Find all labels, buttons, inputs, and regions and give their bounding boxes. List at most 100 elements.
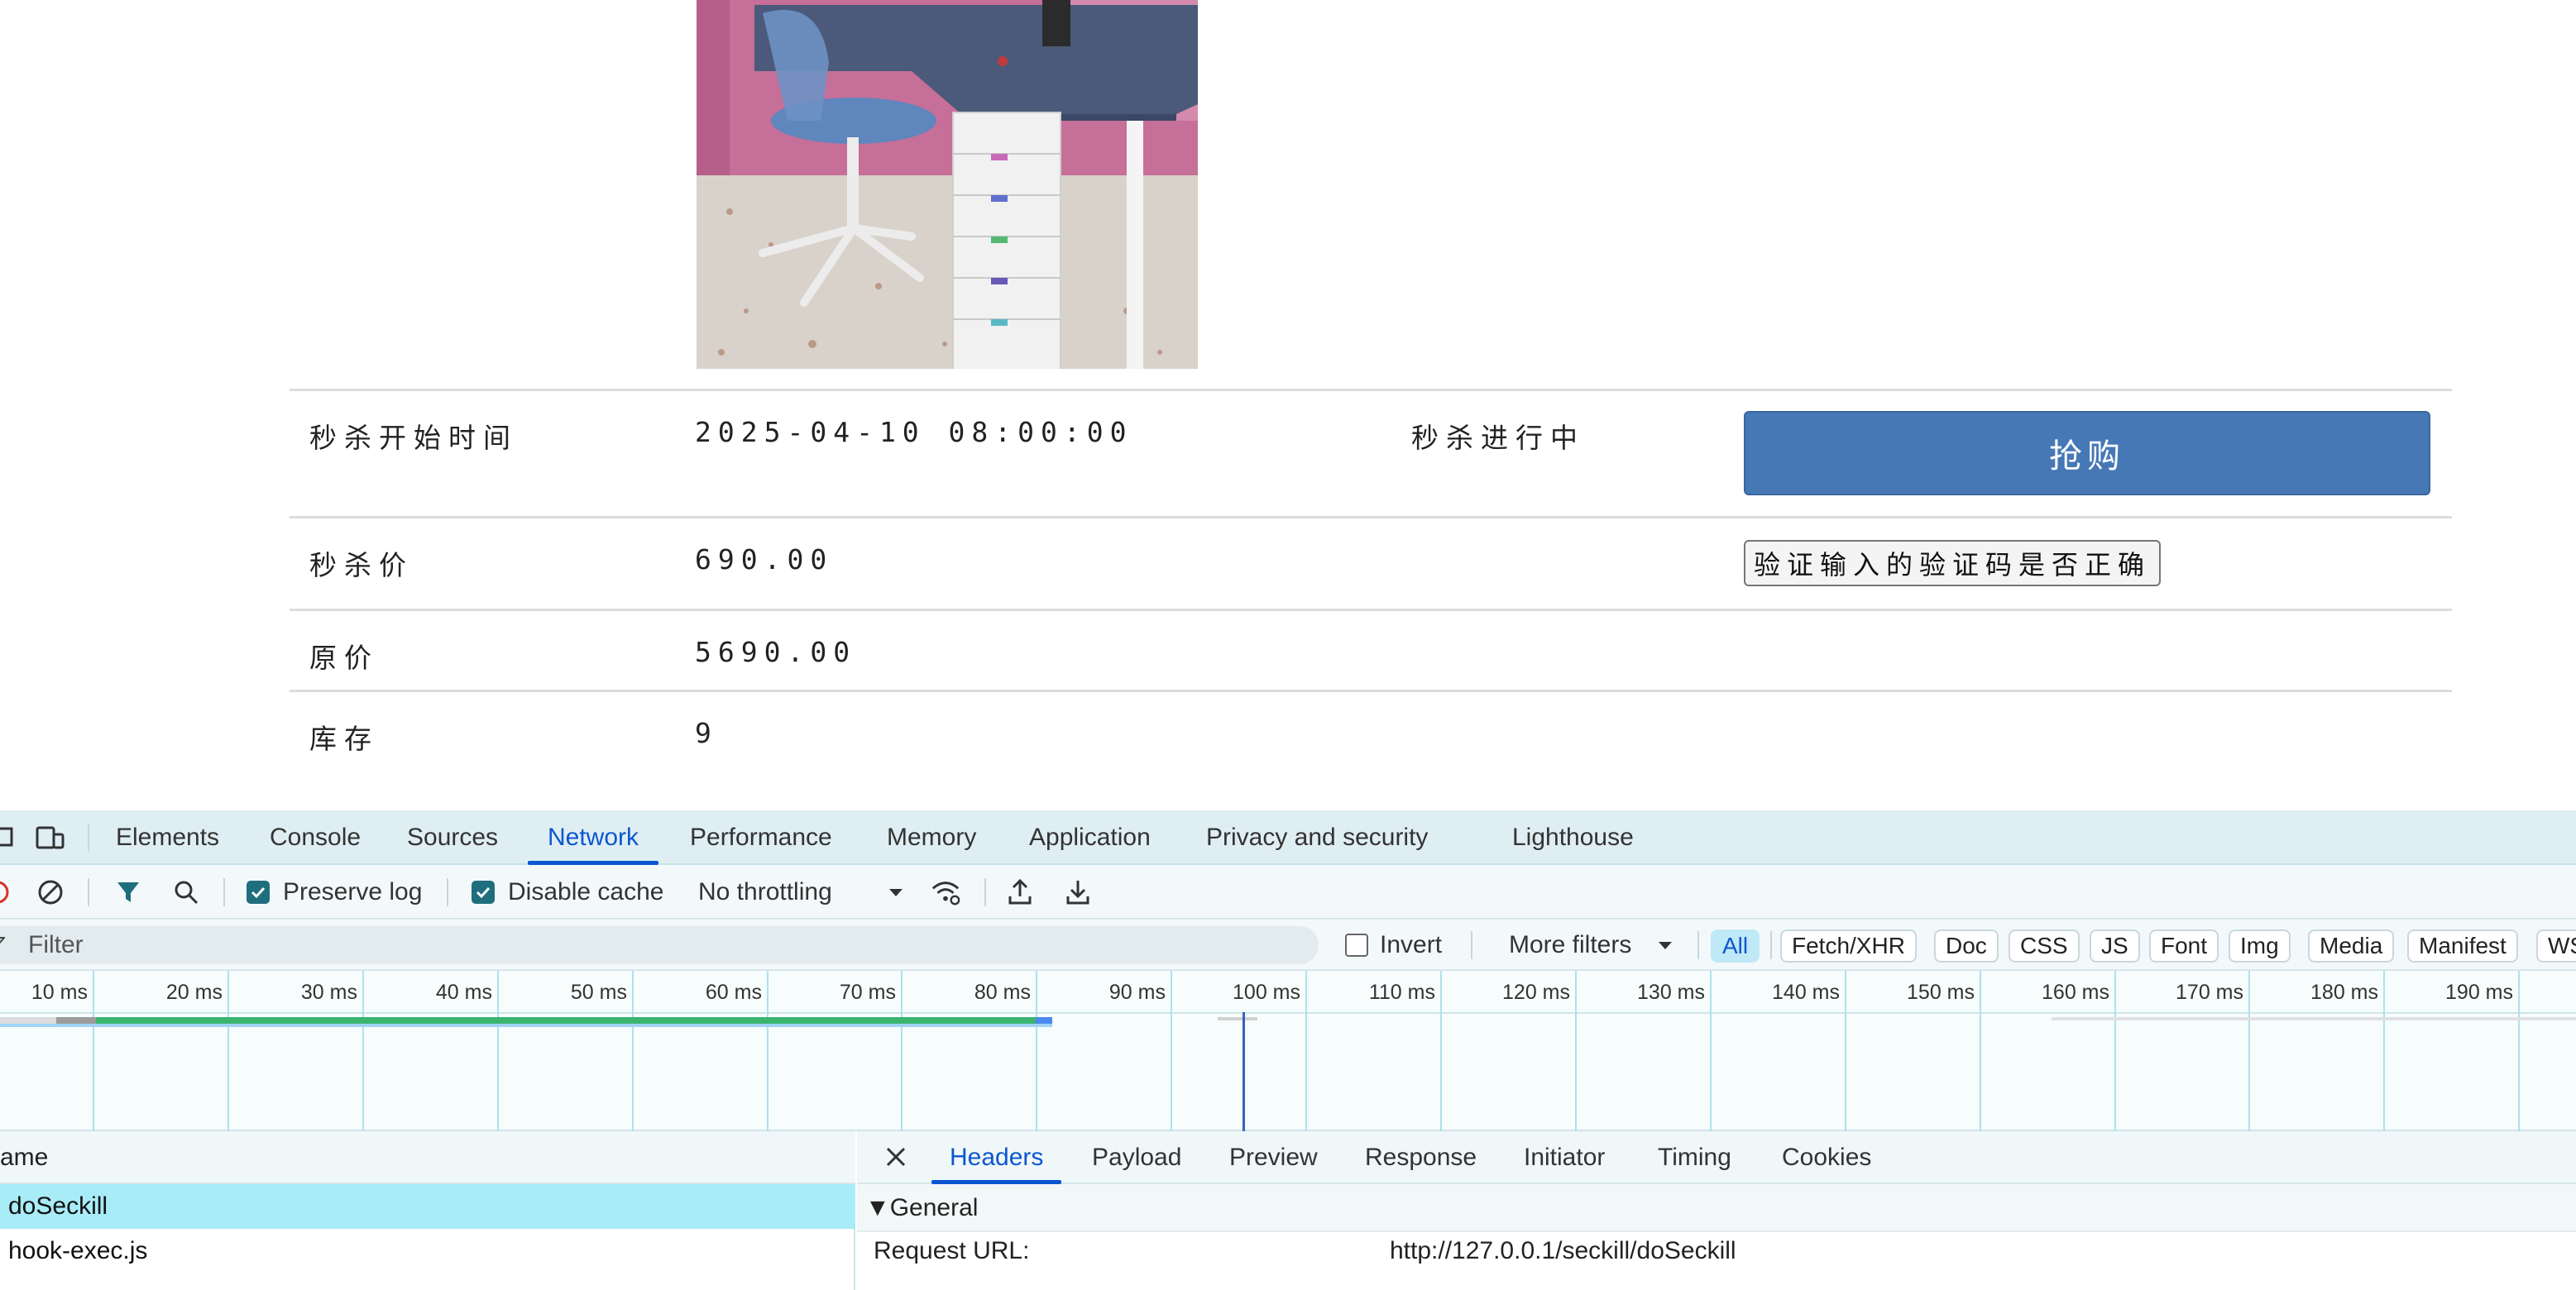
type-filter-fetch-xhr[interactable]: Fetch/XHR bbox=[1780, 929, 1917, 963]
timeline-tick-label: 30 ms bbox=[300, 981, 357, 1004]
tab-network[interactable]: Network bbox=[527, 810, 659, 865]
toolbar-separator bbox=[223, 878, 225, 906]
timeline-tick-label: 50 ms bbox=[570, 981, 627, 1004]
type-filter-doc[interactable]: Doc bbox=[1934, 929, 1999, 963]
detail-tab-initiator[interactable]: Initiator bbox=[1524, 1131, 1605, 1184]
type-filter-manifest[interactable]: Manifest bbox=[2407, 929, 2518, 963]
timeline-small-mark bbox=[2052, 1017, 2576, 1020]
timeline-tick-label: 110 ms bbox=[1368, 981, 1435, 1004]
timeline-gridline bbox=[632, 971, 634, 1131]
type-filter-ws[interactable]: WS bbox=[2536, 929, 2576, 963]
network-filter-bar: Filter Invert More filters All Fetch/XHR… bbox=[0, 920, 2576, 971]
tab-application[interactable]: Application bbox=[1029, 810, 1151, 865]
table-row-seckill-price: 秒杀价 690.00 验证输入的验证码是否正确 bbox=[290, 516, 2452, 609]
timeline-gridline bbox=[227, 971, 229, 1131]
import-har-icon[interactable] bbox=[1004, 877, 1036, 908]
inspect-element-icon[interactable] bbox=[0, 822, 20, 853]
detail-tab-headers[interactable]: Headers bbox=[931, 1131, 1062, 1184]
chevron-down-icon[interactable] bbox=[880, 877, 912, 908]
type-filter-font[interactable]: Font bbox=[2149, 929, 2219, 963]
start-time-label: 秒杀开始时间 bbox=[309, 422, 518, 454]
timeline-small-mark bbox=[1218, 1017, 1257, 1020]
request-row-hook-exec[interactable]: hook-exec.js bbox=[0, 1229, 855, 1273]
tab-lighthouse[interactable]: Lighthouse bbox=[1512, 810, 1634, 865]
record-icon[interactable] bbox=[0, 877, 13, 908]
detail-tab-timing[interactable]: Timing bbox=[1658, 1131, 1731, 1184]
devtools-tab-bar: Elements Console Sources Network Perform… bbox=[0, 810, 2576, 865]
throttling-select[interactable]: No throttling bbox=[698, 865, 832, 920]
type-filter-css[interactable]: CSS bbox=[2009, 929, 2080, 963]
buy-button[interactable]: 抢购 bbox=[1744, 411, 2430, 495]
type-filter-js[interactable]: JS bbox=[2090, 929, 2140, 963]
preserve-log-checkbox[interactable] bbox=[247, 881, 270, 904]
more-filters-dropdown[interactable]: More filters bbox=[1509, 920, 1631, 971]
timeline-bar-queued bbox=[56, 1017, 96, 1024]
timeline-bar-tail bbox=[0, 1024, 1052, 1027]
filter-placeholder: Filter bbox=[28, 931, 84, 958]
network-timeline-overview[interactable]: 10 ms 20 ms 30 ms 40 ms 50 ms 60 ms 70 ms 80 ms… bbox=[0, 971, 2576, 1131]
chevron-down-icon[interactable] bbox=[1650, 929, 1681, 961]
timeline-tick-label: 80 ms bbox=[974, 981, 1031, 1004]
filter-input[interactable]: Filter bbox=[0, 926, 1319, 964]
start-time-value: 2025-04-10 08:00:00 bbox=[695, 416, 1133, 448]
timeline-tick-label: 70 ms bbox=[839, 981, 896, 1004]
tab-console[interactable]: Console bbox=[270, 810, 361, 865]
type-filter-all[interactable]: All bbox=[1711, 929, 1760, 963]
tab-sources[interactable]: Sources bbox=[407, 810, 498, 865]
type-filter-media[interactable]: Media bbox=[2308, 929, 2395, 963]
timeline-gridline bbox=[1575, 971, 1577, 1131]
detail-tab-cookies[interactable]: Cookies bbox=[1782, 1131, 1871, 1184]
seckill-page: 秒杀开始时间 2025-04-10 08:00:00 秒杀进行中 抢购 秒杀价 … bbox=[0, 0, 2576, 810]
tab-elements[interactable]: Elements bbox=[116, 810, 219, 865]
disable-cache-label: Disable cache bbox=[508, 878, 664, 905]
general-section-header[interactable]: ▼General bbox=[857, 1184, 2576, 1232]
timeline-tick-label: 60 ms bbox=[705, 981, 762, 1004]
toolbar-separator bbox=[984, 878, 986, 906]
detail-tab-preview[interactable]: Preview bbox=[1229, 1131, 1318, 1184]
device-toolbar-icon[interactable] bbox=[35, 822, 66, 853]
clear-icon[interactable] bbox=[35, 877, 66, 908]
tab-performance[interactable]: Performance bbox=[690, 810, 832, 865]
detail-tab-payload[interactable]: Payload bbox=[1092, 1131, 1181, 1184]
timeline-gridline bbox=[1171, 971, 1172, 1131]
timeline-bar-download bbox=[96, 1017, 1039, 1024]
seckill-status: 秒杀进行中 bbox=[1411, 422, 1585, 454]
timeline-tick-label: 160 ms bbox=[2042, 981, 2109, 1004]
timeline-gridline bbox=[497, 971, 499, 1131]
invert-checkbox[interactable] bbox=[1345, 934, 1368, 957]
stock-value: 9 bbox=[695, 717, 718, 749]
timeline-gridline bbox=[93, 971, 94, 1131]
network-conditions-icon[interactable] bbox=[930, 877, 961, 908]
timeline-rule bbox=[0, 1012, 2576, 1014]
product-image bbox=[697, 0, 1198, 369]
detail-tab-response[interactable]: Response bbox=[1365, 1131, 1477, 1184]
timeline-gridline bbox=[767, 971, 768, 1131]
dom-content-loaded-line bbox=[1243, 1012, 1245, 1131]
export-har-icon[interactable] bbox=[1062, 877, 1094, 908]
detail-tab-bar: Headers Payload Preview Response Initiat… bbox=[857, 1131, 2576, 1184]
toolbar-separator bbox=[88, 878, 89, 906]
search-icon[interactable] bbox=[170, 877, 202, 908]
tab-memory[interactable]: Memory bbox=[887, 810, 976, 865]
timeline-tick-label: 140 ms bbox=[1772, 981, 1840, 1004]
close-icon[interactable] bbox=[880, 1141, 912, 1173]
timeline-gridline bbox=[1036, 971, 1037, 1131]
timeline-gridline bbox=[901, 971, 903, 1131]
toolbar-separator bbox=[447, 878, 448, 906]
tab-privacy-security[interactable]: Privacy and security bbox=[1206, 810, 1428, 865]
table-row-original-price: 原价 5690.00 bbox=[290, 609, 2452, 690]
name-column-header[interactable]: ame bbox=[0, 1131, 855, 1184]
timeline-tick-label: 120 ms bbox=[1502, 981, 1570, 1004]
filter-icon[interactable] bbox=[113, 877, 144, 908]
disable-cache-checkbox[interactable] bbox=[472, 881, 495, 904]
filter-icon bbox=[0, 936, 7, 958]
filter-separator bbox=[1697, 931, 1699, 959]
type-filter-img[interactable]: Img bbox=[2229, 929, 2291, 963]
timeline-gridline bbox=[1305, 971, 1307, 1131]
timeline-bar-waiting bbox=[0, 1017, 56, 1024]
seckill-price-value: 690.00 bbox=[695, 543, 834, 576]
network-toolbar: Preserve log Disable cache No throttling bbox=[0, 865, 2576, 920]
request-row-doseckill[interactable]: doSeckill bbox=[0, 1184, 855, 1229]
request-url-key: Request URL: bbox=[874, 1237, 1030, 1264]
verify-captcha-button[interactable]: 验证输入的验证码是否正确 bbox=[1744, 540, 2162, 586]
